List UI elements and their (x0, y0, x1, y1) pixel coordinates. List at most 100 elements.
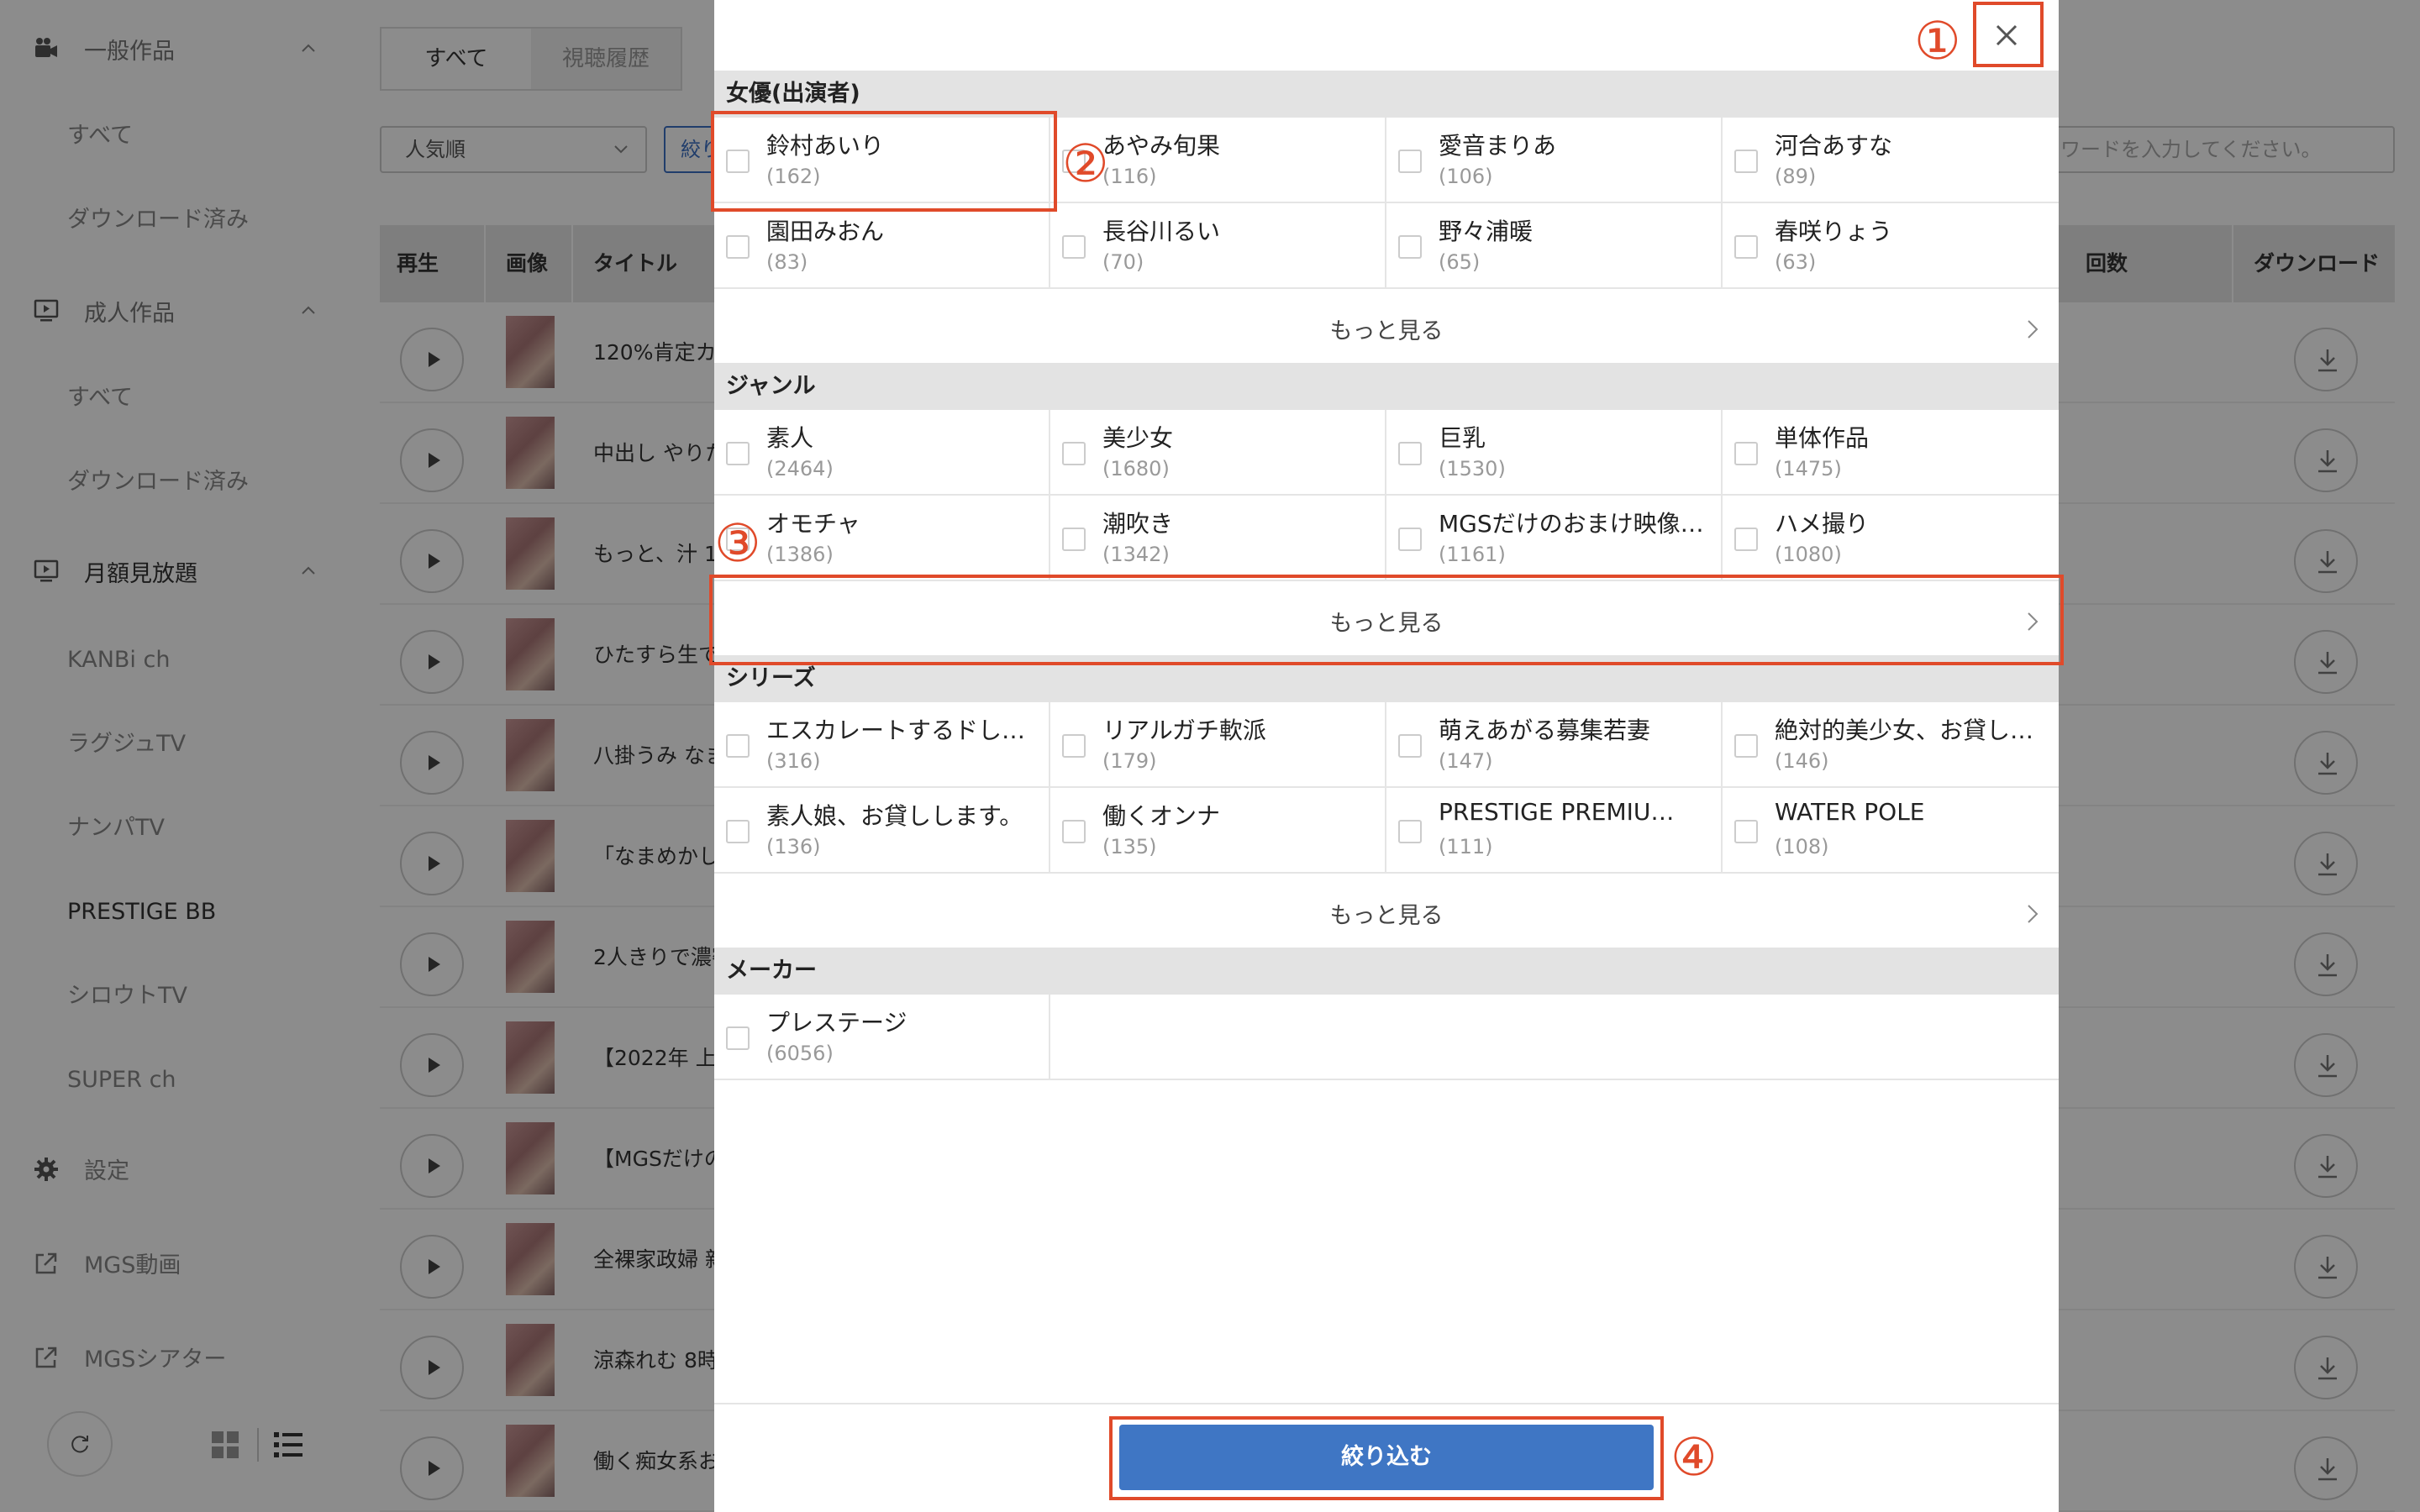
filter-option-maker[interactable]: プレステージ (6056) (714, 995, 1050, 1080)
checkbox[interactable] (1398, 442, 1422, 465)
show-more-label: もっと見る (1329, 903, 1444, 929)
option-count: (6056) (766, 1042, 834, 1065)
filter-option-genre[interactable]: 巨乳 (1530) (1386, 410, 1723, 496)
filter-option-series[interactable]: リアルガチ軟派 (179) (1050, 702, 1386, 788)
checkbox[interactable] (1062, 528, 1086, 551)
filter-option-genre[interactable]: 美少女 (1680) (1050, 410, 1386, 496)
checkbox[interactable] (1734, 820, 1758, 843)
checkbox[interactable] (1734, 442, 1758, 465)
annotation-box-close (1973, 2, 2044, 67)
checkbox[interactable] (1398, 150, 1422, 173)
option-name: ハメ撮り (1775, 510, 1870, 538)
checkbox[interactable] (1062, 442, 1086, 465)
option-name: WATER POLE (1775, 798, 1925, 826)
filter-option-genre[interactable]: MGSだけのおまけ映像… (1161) (1386, 496, 1723, 581)
option-name: 働くオンナ (1102, 802, 1221, 830)
option-name: 巨乳 (1439, 424, 1486, 452)
option-count: (89) (1775, 165, 1817, 188)
option-name: 萌えあがる募集若妻 (1439, 717, 1651, 744)
option-name: MGSだけのおまけ映像… (1439, 510, 1704, 538)
checkbox[interactable] (1734, 235, 1758, 259)
empty-cell (1050, 995, 2059, 1080)
checkbox[interactable] (1734, 150, 1758, 173)
filter-option-actress[interactable]: 野々浦暖 (65) (1386, 203, 1723, 289)
annotation-box-apply (1109, 1416, 1664, 1500)
filter-option-actress[interactable]: 河合あすな (89) (1723, 118, 2059, 203)
filter-option-actress[interactable]: 長谷川るい (70) (1050, 203, 1386, 289)
filter-option-series[interactable]: 働くオンナ (135) (1050, 788, 1386, 874)
checkbox[interactable] (726, 734, 750, 758)
option-count: (1530) (1439, 457, 1506, 480)
option-count: (1161) (1439, 543, 1506, 566)
option-name: 潮吹き (1102, 510, 1174, 538)
filter-option-series[interactable]: 素人娘、お貸しします。 (136) (714, 788, 1050, 874)
option-name: 野々浦暖 (1439, 218, 1534, 245)
option-count: (135) (1102, 835, 1157, 858)
option-name: PRESTIGE PREMIU… (1439, 798, 1675, 826)
option-count: (83) (766, 250, 808, 274)
filter-option-genre[interactable]: 素人 (2464) (714, 410, 1050, 496)
filter-option-actress[interactable]: 園田みおん (83) (714, 203, 1050, 289)
option-name: プレステージ (766, 1009, 908, 1037)
annotation-number-2: ② (1062, 133, 1109, 194)
checkbox[interactable] (726, 235, 750, 259)
checkbox[interactable] (726, 820, 750, 843)
option-name: 園田みおん (766, 218, 885, 245)
checkbox[interactable] (1398, 528, 1422, 551)
checkbox[interactable] (1398, 235, 1422, 259)
filter-option-series[interactable]: PRESTIGE PREMIU… (111) (1386, 788, 1723, 874)
section-header-genre: ジャンル (714, 363, 2059, 410)
checkbox[interactable] (726, 442, 750, 465)
filter-option-series[interactable]: 絶対的美少女、お貸し… (146) (1723, 702, 2059, 788)
annotation-number-1: ① (1914, 10, 1961, 71)
option-name: リアルガチ軟派 (1102, 717, 1266, 744)
show-more-label: もっと見る (1329, 318, 1444, 344)
filter-option-genre[interactable]: オモチャ (1386) (714, 496, 1050, 581)
annotation-number-3: ③ (714, 512, 761, 574)
filter-option-genre[interactable]: 単体作品 (1475) (1723, 410, 2059, 496)
option-name: オモチャ (766, 510, 860, 538)
option-name: あやみ旬果 (1102, 132, 1221, 160)
checkbox[interactable] (1734, 528, 1758, 551)
checkbox[interactable] (1734, 734, 1758, 758)
option-count: (108) (1775, 835, 1829, 858)
filter-option-genre[interactable]: ハメ撮り (1080) (1723, 496, 2059, 581)
show-more-actress[interactable]: もっと見る (714, 292, 2059, 365)
option-count: (147) (1439, 749, 1493, 773)
filter-option-series[interactable]: エスカレートするドし… (316) (714, 702, 1050, 788)
option-count: (106) (1439, 165, 1493, 188)
option-count: (111) (1439, 835, 1493, 858)
filter-option-genre[interactable]: 潮吹き (1342) (1050, 496, 1386, 581)
filter-option-actress[interactable]: 春咲りょう (63) (1723, 203, 2059, 289)
section-header-maker: メーカー (714, 948, 2059, 995)
option-name: 単体作品 (1775, 424, 1870, 452)
filter-option-series[interactable]: WATER POLE (108) (1723, 788, 2059, 874)
chevron-right-icon (2028, 320, 2039, 339)
filter-option-actress[interactable]: 愛音まりあ (106) (1386, 118, 1723, 203)
annotation-number-4: ④ (1670, 1426, 1718, 1488)
option-count: (2464) (766, 457, 834, 480)
checkbox[interactable] (726, 1026, 750, 1050)
option-name: 春咲りょう (1775, 218, 1893, 245)
option-name: 素人 (766, 424, 814, 452)
annotation-box-actress (711, 111, 1057, 212)
option-count: (1342) (1102, 543, 1170, 566)
option-count: (70) (1102, 250, 1144, 274)
option-name: 河合あすな (1775, 132, 1893, 160)
option-count: (179) (1102, 749, 1157, 773)
show-more-series[interactable]: もっと見る (714, 877, 2059, 949)
checkbox[interactable] (1062, 235, 1086, 259)
checkbox[interactable] (1398, 820, 1422, 843)
option-count: (316) (766, 749, 821, 773)
option-name: 愛音まりあ (1439, 132, 1557, 160)
checkbox[interactable] (1062, 734, 1086, 758)
checkbox[interactable] (1062, 820, 1086, 843)
checkbox[interactable] (1398, 734, 1422, 758)
option-count: (1080) (1775, 543, 1842, 566)
option-name: 素人娘、お貸しします。 (766, 802, 1023, 830)
filter-option-series[interactable]: 萌えあがる募集若妻 (147) (1386, 702, 1723, 788)
option-count: (1680) (1102, 457, 1170, 480)
option-name: 長谷川るい (1102, 218, 1221, 245)
option-name: エスカレートするドし… (766, 717, 1026, 744)
option-count: (1475) (1775, 457, 1842, 480)
